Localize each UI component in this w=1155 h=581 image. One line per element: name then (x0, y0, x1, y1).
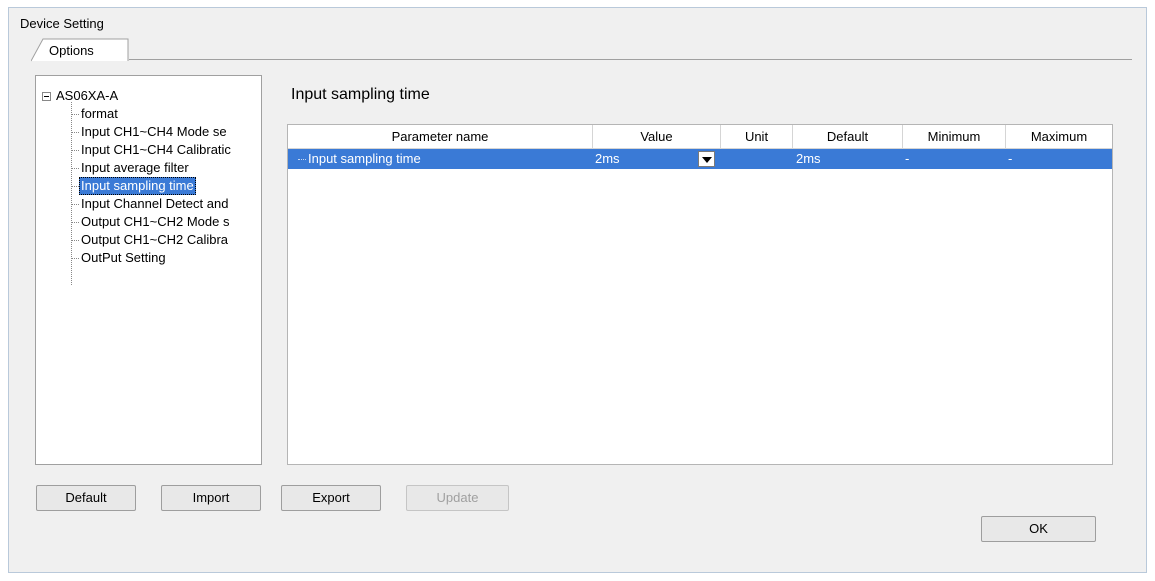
column-header-unit[interactable]: Unit (721, 125, 793, 148)
tree-branch (71, 240, 79, 241)
default-button[interactable]: Default (36, 485, 136, 511)
update-button[interactable]: Update (406, 485, 509, 511)
tree-branch (71, 114, 79, 115)
parameter-grid[interactable]: Parameter name Value Unit Default Minimu… (287, 124, 1113, 465)
tab-options-label: Options (49, 43, 94, 58)
cell-maximum: - (1008, 151, 1013, 166)
ok-button[interactable]: OK (981, 516, 1096, 542)
tab-options[interactable]: Options (31, 38, 131, 62)
tree-item-output-mode[interactable]: Output CH1~CH2 Mode s (81, 213, 229, 231)
export-button[interactable]: Export (281, 485, 381, 511)
table-row[interactable]: Input sampling time 2ms 2ms - - (288, 149, 1112, 169)
column-header-maximum[interactable]: Maximum (1006, 125, 1112, 148)
column-header-default[interactable]: Default (793, 125, 903, 148)
tree-branch (71, 168, 79, 169)
cell-parameter-name: Input sampling time (308, 151, 421, 166)
column-header-minimum[interactable]: Minimum (903, 125, 1006, 148)
tree-branch (71, 258, 79, 259)
title-bar: Device Setting (9, 8, 1146, 36)
window-title: Device Setting (20, 16, 104, 31)
import-button[interactable]: Import (161, 485, 261, 511)
cell-minimum: - (905, 151, 910, 166)
tree-item-format[interactable]: format (81, 105, 118, 123)
tree-root[interactable]: AS06XA-A (56, 87, 118, 105)
cell-default: 2ms (796, 151, 821, 166)
section-title: Input sampling time (291, 86, 430, 103)
tab-divider (129, 59, 1132, 60)
row-connector (298, 159, 306, 160)
tree-branch (71, 204, 79, 205)
tree-item-input-average-filter[interactable]: Input average filter (81, 159, 189, 177)
device-tree[interactable]: AS06XA-A format Input CH1~CH4 Mode se In… (35, 75, 262, 465)
tree-item-input-sampling-time[interactable]: Input sampling time (79, 177, 196, 195)
tree-item-output-setting[interactable]: OutPut Setting (81, 249, 166, 267)
tree-item-input-calibration[interactable]: Input CH1~CH4 Calibratic (81, 141, 231, 159)
tree-item-input-channel-detect[interactable]: Input Channel Detect and (81, 195, 228, 213)
grid-header: Parameter name Value Unit Default Minimu… (288, 125, 1112, 149)
tree-branch (71, 132, 79, 133)
tree-branch (71, 150, 79, 151)
tree-item-output-calibration[interactable]: Output CH1~CH2 Calibra (81, 231, 228, 249)
column-header-value[interactable]: Value (593, 125, 721, 148)
chevron-down-icon[interactable] (698, 151, 715, 167)
collapse-icon[interactable] (42, 92, 51, 101)
device-setting-window: Device Setting Options AS06XA-A format I… (8, 7, 1147, 573)
column-header-parameter-name[interactable]: Parameter name (288, 125, 593, 148)
tree-branch (71, 222, 79, 223)
cell-value[interactable]: 2ms (595, 149, 620, 169)
tree-item-input-mode[interactable]: Input CH1~CH4 Mode se (81, 123, 227, 141)
tree-branch (71, 186, 79, 187)
